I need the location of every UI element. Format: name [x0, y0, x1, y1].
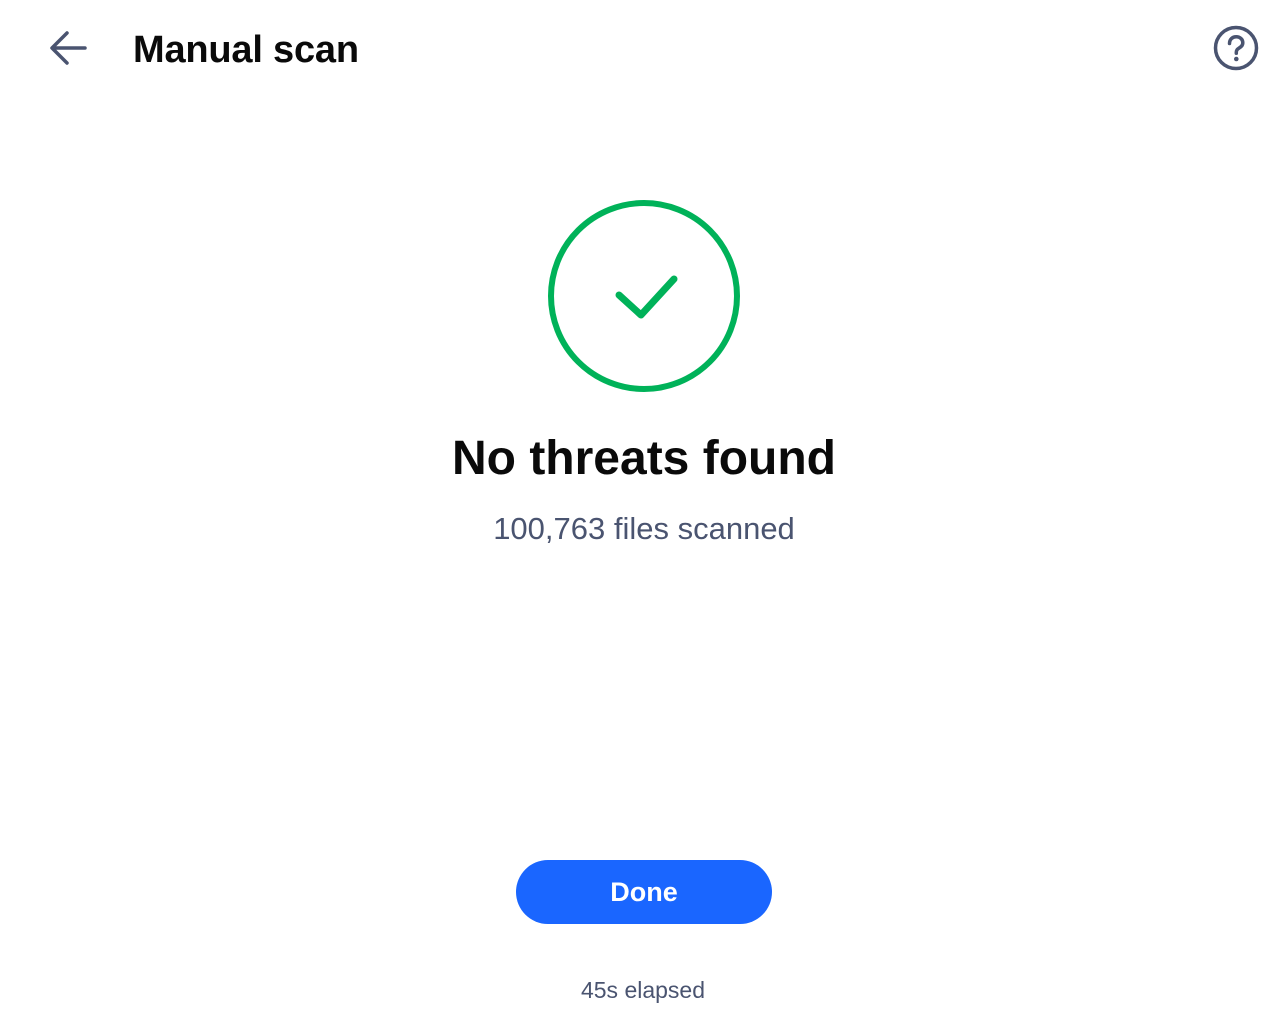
- elapsed-time: 45s elapsed: [580, 977, 706, 1003]
- back-button[interactable]: [40, 24, 94, 72]
- question-circle-icon: [1213, 25, 1259, 71]
- header: Manual scan: [0, 0, 1280, 100]
- manual-scan-page: Manual scan No threats found 100,763 fil…: [0, 0, 1280, 1032]
- done-button[interactable]: Done: [516, 860, 772, 924]
- check-circle-icon: [544, 198, 744, 394]
- page-title: Manual scan: [133, 29, 359, 71]
- arrow-left-icon: [50, 31, 87, 65]
- status-title: No threats found: [452, 432, 836, 485]
- files-scanned-count: 100,763 files scanned: [493, 511, 795, 546]
- help-button[interactable]: [1210, 22, 1262, 74]
